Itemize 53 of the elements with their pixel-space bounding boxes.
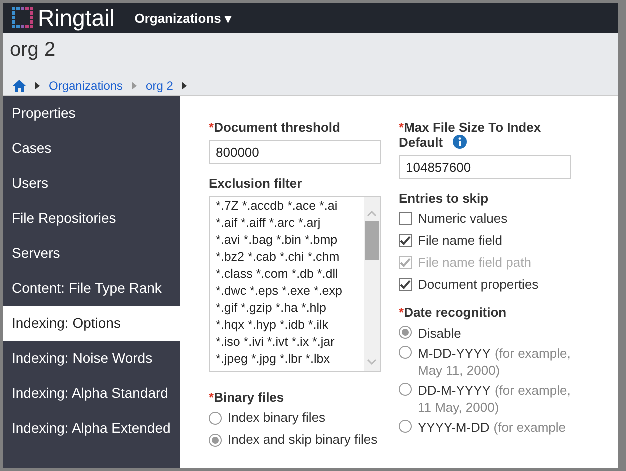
input-field[interactable]: 800000 (209, 140, 381, 164)
sidebar-item[interactable]: Properties (3, 96, 180, 131)
option-label: Index and skip binary files (228, 432, 378, 447)
radio-button[interactable] (399, 326, 412, 339)
exclusion-filter-field[interactable]: *.7Z *.accdb *.ace *.ai *.aif *.aiff *.arc *.arj *.avi *.bag *.bin *.bmp *.bz2 *.cab *.chi *.chm *.class *.com *.db *.dll *.dwc *.eps *.exe *.exp *.gif *.gzip *.ha *.hlp *.hqx *.hyp *.idb *.ilk *.iso *.ivi *.ivt *.ix *.jar *.jpeg *.jpg *.lbr *.lbx (209, 196, 381, 372)
option-label: Index binary files (228, 410, 326, 425)
scrollbar-thumb[interactable] (365, 221, 379, 260)
option-label: File name field path (418, 255, 532, 270)
chevron-down-icon[interactable] (367, 359, 377, 365)
logo-text: Ringtail (38, 4, 115, 32)
breadcrumb-link[interactable]: org 2 (146, 79, 174, 93)
logo-icon (12, 7, 34, 29)
caret-right-icon (182, 82, 188, 90)
page-title: org 2 (10, 38, 57, 62)
chevron-up-icon[interactable] (367, 211, 377, 217)
field-label: *Date recognition (399, 305, 508, 320)
radio-button[interactable] (399, 420, 412, 433)
field-label: *Max File Size To Index Default (399, 120, 542, 150)
radio-button[interactable] (209, 412, 222, 424)
sidebar-item[interactable]: Indexing: Noise Words (3, 341, 180, 376)
option-label: Document properties (418, 277, 539, 292)
field-label: Entries to skip (399, 191, 490, 206)
radio-button[interactable] (399, 383, 412, 396)
sidebar-item[interactable]: Indexing: Options (3, 306, 180, 341)
field-label: *Document threshold (209, 120, 342, 135)
radio-button[interactable] (399, 346, 412, 359)
breadcrumb-link[interactable]: Organizations (49, 79, 124, 93)
sidebar-item[interactable]: Indexing: Alpha Standard (3, 376, 180, 411)
option-label: Numeric values (418, 211, 508, 226)
checkbox[interactable] (399, 234, 412, 247)
sidebar-item[interactable]: Indexing: Alpha Extended (3, 411, 180, 446)
input-field[interactable]: 104857600 (399, 155, 571, 179)
sidebar-item[interactable]: Servers (3, 236, 180, 271)
home-icon[interactable] (13, 80, 26, 92)
radio-button[interactable] (209, 434, 222, 446)
scrollbar[interactable] (364, 197, 380, 371)
caret-right-icon (35, 82, 40, 90)
option-label: Disable (418, 325, 462, 342)
option-label: M-DD-YYYY (for example, May 11, 2000) (418, 345, 572, 379)
sidebar-item[interactable]: Content: File Type Rank (3, 271, 180, 306)
organizations-menu[interactable]: Organizations ▾ (134, 10, 232, 26)
info-icon[interactable] (452, 135, 467, 149)
field-label: *Binary files (209, 390, 286, 405)
checkbox[interactable] (399, 212, 412, 225)
option-label: YYYY-M-DD (for example (418, 419, 566, 436)
checkbox[interactable] (399, 278, 412, 291)
sidebar-item[interactable]: Cases (3, 131, 180, 166)
option-label: File name field (418, 233, 503, 248)
sidebar-item[interactable]: File Repositories (3, 201, 180, 236)
sidebar-item[interactable]: Users (3, 166, 180, 201)
field-label: Exclusion filter (209, 176, 304, 191)
caret-right-icon (132, 82, 138, 90)
option-label: DD-M-YYYY (for example, 11 May, 2000) (418, 382, 572, 416)
